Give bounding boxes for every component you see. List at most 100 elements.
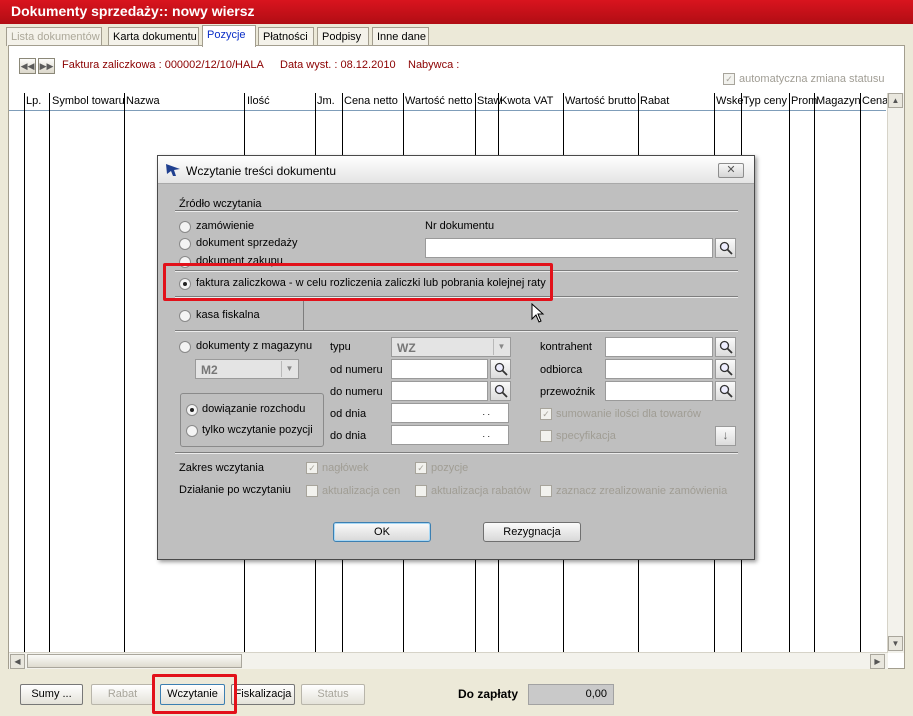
- vertical-scrollbar[interactable]: ▲ ▼: [887, 93, 904, 653]
- zaznacz-label: zaznacz zrealizowanie zamówienia: [556, 485, 728, 497]
- source-header: Źródło wczytania: [179, 198, 262, 210]
- sumy-button[interactable]: Sumy ...: [20, 684, 83, 705]
- tylko-wczytanie-label: tylko wczytanie pozycji: [202, 424, 313, 436]
- divider: [175, 210, 738, 212]
- fiskalizacja-button[interactable]: Fiskalizacja: [231, 684, 295, 705]
- app-arrow-icon: [166, 164, 180, 176]
- radio-kasa-fiskalna[interactable]: [179, 310, 191, 322]
- do-zaplaty-label: Do zapłaty: [458, 687, 519, 701]
- scroll-right-icon[interactable]: ▶: [870, 654, 885, 669]
- search-icon[interactable]: [715, 359, 736, 379]
- chevron-down-icon[interactable]: ▼: [493, 339, 509, 355]
- scroll-thumb[interactable]: [27, 654, 242, 668]
- do-dnia-input[interactable]: . .: [391, 425, 509, 445]
- col-typ-ceny[interactable]: Typ ceny: [743, 95, 787, 107]
- od-dnia-input[interactable]: . .: [391, 403, 509, 423]
- tab-karta-dokumentu[interactable]: Karta dokumentu: [108, 27, 199, 46]
- search-icon[interactable]: [715, 381, 736, 401]
- kontrahent-input[interactable]: [605, 337, 713, 357]
- highlight-wczytanie: [152, 674, 237, 714]
- do-numeru-input[interactable]: [391, 381, 488, 401]
- tab-platnosci[interactable]: Płatności: [258, 27, 314, 46]
- double-left-icon[interactable]: ◀◀: [19, 58, 36, 74]
- przewoznik-input[interactable]: [605, 381, 713, 401]
- buyer-label: Nabywca :: [408, 59, 460, 71]
- magazyn-select[interactable]: M2 ▼: [195, 359, 299, 379]
- radio-dowiazanie[interactable]: [186, 404, 198, 416]
- col-kwota-vat[interactable]: Kwota VAT: [500, 95, 553, 107]
- divider: [303, 298, 304, 330]
- ok-button[interactable]: OK: [333, 522, 431, 542]
- nr-dokumentu-label: Nr dokumentu: [425, 220, 495, 232]
- tab-inne-dane[interactable]: Inne dane: [372, 27, 429, 46]
- scroll-left-icon[interactable]: ◀: [10, 654, 25, 669]
- do-zaplaty-value: 0,00: [528, 684, 614, 705]
- col-wartosc-brutto[interactable]: Wartość brutto: [565, 95, 636, 107]
- magazyn-value: M2: [201, 363, 218, 377]
- chevron-down-icon[interactable]: ▼: [281, 361, 297, 377]
- przewoznik-label: przewoźnik: [540, 386, 596, 398]
- aktualizacja-rabatow-checkbox[interactable]: [415, 485, 427, 497]
- col-lp[interactable]: Lp.: [26, 95, 41, 107]
- col-rabat[interactable]: Rabat: [640, 95, 669, 107]
- od-dnia-label: od dnia: [330, 408, 367, 420]
- col-cena[interactable]: Cena: [862, 95, 888, 107]
- do-dnia-label: do dnia: [330, 430, 367, 442]
- horizontal-scrollbar[interactable]: ◀ ▶: [9, 652, 888, 669]
- col-wske[interactable]: Wske: [716, 95, 744, 107]
- do-numeru-label: do numeru: [330, 386, 383, 398]
- issue-date: Data wyst. : 08.12.2010: [280, 59, 396, 71]
- radio-tylko-wczytanie[interactable]: [186, 425, 198, 437]
- specyfikacja-checkbox[interactable]: [540, 430, 552, 442]
- grid-line: [789, 93, 790, 653]
- sumowanie-label: sumowanie ilości dla towarów: [556, 408, 701, 420]
- auto-status-checkbox[interactable]: ✓: [723, 73, 735, 85]
- dialog-titlebar: Wczytanie treści dokumentu ✕: [158, 156, 754, 184]
- dowiazanie-label: dowiązanie rozchodu: [202, 403, 306, 415]
- mouse-cursor-icon: [531, 303, 545, 323]
- search-icon[interactable]: [715, 238, 736, 258]
- col-cena-netto[interactable]: Cena netto: [344, 95, 398, 107]
- rabat-button[interactable]: Rabat: [91, 684, 154, 705]
- radio-dok-sprzedazy[interactable]: [179, 238, 191, 250]
- pozycje-checkbox[interactable]: ✓: [415, 462, 427, 474]
- sumowanie-checkbox[interactable]: ✓: [540, 408, 552, 420]
- dok-sprzedazy-label: dokument sprzedaży: [196, 237, 298, 249]
- search-icon[interactable]: [490, 381, 511, 401]
- col-jm[interactable]: Jm.: [317, 95, 335, 107]
- scroll-down-icon[interactable]: ▼: [888, 636, 903, 651]
- naglowek-checkbox[interactable]: ✓: [306, 462, 318, 474]
- col-ilosc[interactable]: Ilość: [247, 95, 270, 107]
- close-icon[interactable]: ✕: [718, 163, 744, 178]
- rezygnacja-button[interactable]: Rezygnacja: [483, 522, 581, 542]
- search-icon[interactable]: [715, 337, 736, 357]
- tab-lista-dokumentow[interactable]: Lista dokumentów: [6, 27, 102, 46]
- nr-dokumentu-input[interactable]: [425, 238, 713, 258]
- document-number: Faktura zaliczkowa : 000002/12/10/HALA: [62, 59, 264, 71]
- grid-line: [860, 93, 861, 653]
- aktualizacja-cen-checkbox[interactable]: [306, 485, 318, 497]
- tab-pozycje[interactable]: Pozycje: [202, 25, 256, 47]
- col-symbol[interactable]: Symbol towaru: [52, 95, 125, 107]
- col-magazyn[interactable]: Magazyn: [816, 95, 861, 107]
- mode-group: [180, 393, 324, 447]
- col-nazwa[interactable]: Nazwa: [126, 95, 160, 107]
- radio-zamowienie[interactable]: [179, 221, 191, 233]
- arrow-down-icon[interactable]: ↓: [715, 426, 736, 446]
- tab-podpisy[interactable]: Podpisy: [317, 27, 369, 46]
- zaznacz-checkbox[interactable]: [540, 485, 552, 497]
- grid-header: Lp. Symbol towaru Nazwa Ilość Jm. Cena n…: [9, 93, 888, 111]
- status-button[interactable]: Status: [301, 684, 365, 705]
- odbiorca-input[interactable]: [605, 359, 713, 379]
- aktualizacja-rabatow-label: aktualizacja rabatów: [431, 485, 531, 497]
- zamowienie-label: zamówienie: [196, 220, 255, 232]
- od-numeru-input[interactable]: [391, 359, 488, 379]
- typu-select[interactable]: WZ ▼: [391, 337, 511, 357]
- od-numeru-label: od numeru: [330, 364, 383, 376]
- double-right-icon[interactable]: ▶▶: [38, 58, 55, 74]
- search-icon[interactable]: [490, 359, 511, 379]
- col-wartosc-netto[interactable]: Wartość netto: [405, 95, 472, 107]
- radio-dok-z-magazynu[interactable]: [179, 341, 191, 353]
- pozycje-label: pozycje: [431, 462, 469, 474]
- scroll-up-icon[interactable]: ▲: [888, 93, 903, 108]
